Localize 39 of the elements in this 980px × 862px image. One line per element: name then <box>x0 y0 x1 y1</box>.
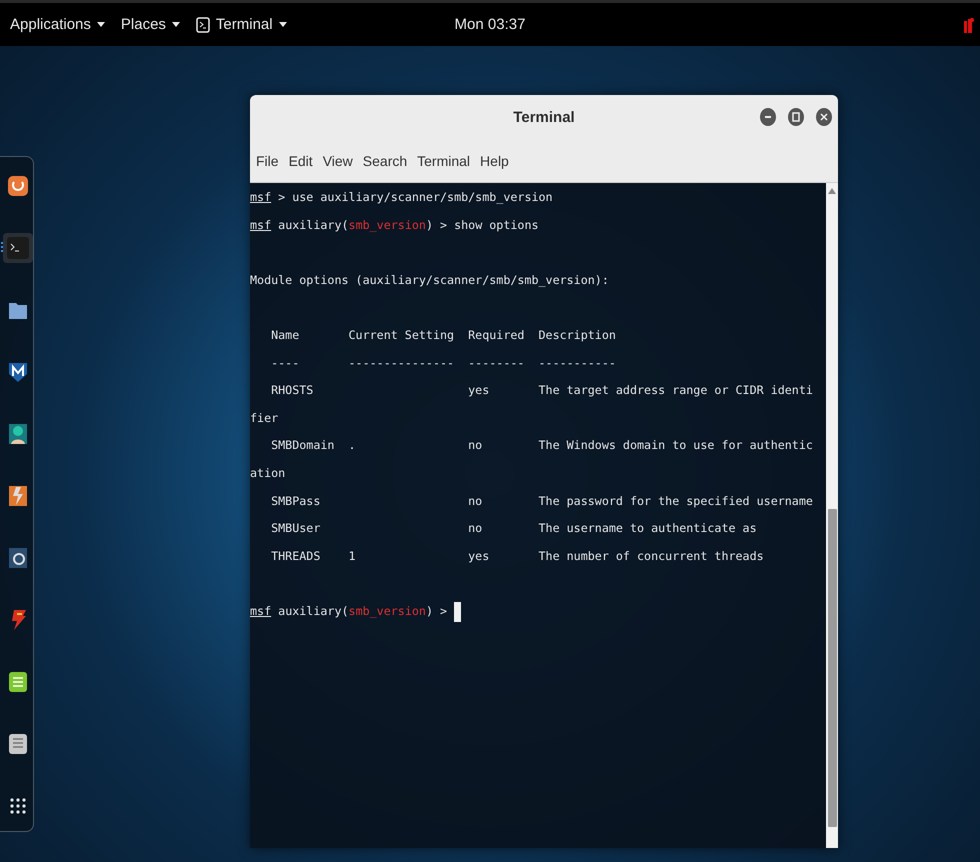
terminal-line: ation <box>250 464 286 482</box>
menu-item[interactable]: View <box>318 153 357 169</box>
clock[interactable]: Mon 03:37 <box>454 16 526 33</box>
maximize-button[interactable] <box>788 108 804 126</box>
app-icon <box>6 174 30 198</box>
terminal-line: SMBDomain . no The Windows domain to use for authentic <box>270 437 813 454</box>
scroll-up-icon <box>828 187 836 195</box>
window-title: Terminal <box>513 109 575 126</box>
menu-button[interactable]: Places <box>114 16 186 33</box>
caret-icon <box>96 22 105 28</box>
scrollbar[interactable] <box>826 183 838 848</box>
terminal-icon <box>6 236 30 260</box>
menu-item[interactable]: Help <box>476 153 513 169</box>
prompt-line: msf > use auxiliary/scanner/smb/smb_version <box>250 189 553 206</box>
caret-icon <box>278 22 287 28</box>
terminal-line: SMBPass no The password for the specified username <box>270 492 813 510</box>
prompt-line: msf auxiliary(smb_version) > <box>250 602 448 620</box>
close-icon <box>819 112 829 122</box>
close-button[interactable] <box>816 108 832 126</box>
minimize-button[interactable] <box>760 108 776 126</box>
status-icon <box>962 16 974 32</box>
terminal-line: RHOSTS yes The target address range or CIDR identi <box>270 382 813 400</box>
menu-item[interactable]: File <box>252 153 283 169</box>
caret-icon <box>172 22 180 28</box>
terminal-icon <box>196 16 210 32</box>
menu-button[interactable]: Terminal <box>190 16 293 33</box>
terminal-line: ---- --------------- -------- ----------- <box>270 354 616 372</box>
menu-item[interactable]: Terminal <box>413 153 474 169</box>
menu-item[interactable]: Search <box>358 153 412 169</box>
terminal-line: Module options (auxiliary/scanner/smb/smb_version): <box>250 272 609 289</box>
scroll-thumb[interactable] <box>828 509 836 827</box>
terminal-line: SMBUser no The username to authenticate as <box>270 520 757 538</box>
terminal-line: THREADS 1 yes The number of concurrent threads <box>270 548 764 565</box>
menu-button[interactable]: Applications <box>4 16 111 33</box>
menu-item[interactable]: Edit <box>284 153 317 169</box>
prompt-line: msf auxiliary(smb_version) > show options <box>250 216 539 234</box>
maximize-icon <box>791 112 801 122</box>
terminal-line: Name Current Setting Required Description <box>270 326 616 344</box>
terminal-line: fier <box>250 410 278 427</box>
